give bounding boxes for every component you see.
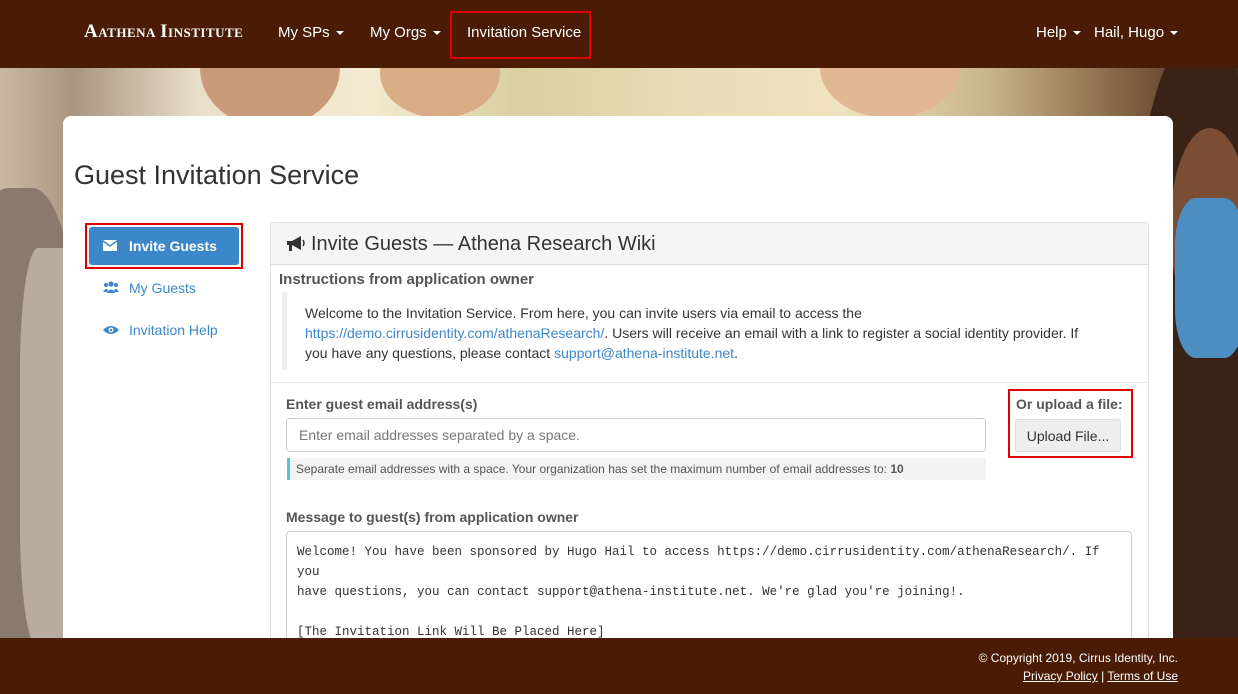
sidebar-item-label: My Guests [129,280,196,296]
panel-title: Invite Guests — Athena Research Wiki [311,233,656,255]
top-navbar: AAthena IInstitute My SPs My Orgs Invita… [0,0,1238,68]
email-max-count: 10 [890,462,904,476]
support-email-link[interactable]: support@athena-institute.net [554,345,734,361]
message-field-label: Message to guest(s) from application own… [286,509,579,525]
upload-file-label: Or upload a file: [1016,396,1123,412]
email-addresses-input[interactable] [286,418,986,452]
instructions-blockquote: Welcome to the Invitation Service. From … [282,292,1120,370]
sidebar-item-invite-guests[interactable]: Invite Guests [89,227,239,265]
terms-of-use-link[interactable]: Terms of Use [1107,669,1178,683]
upload-file-button[interactable]: Upload File... [1015,419,1121,452]
nav-help-dropdown[interactable]: Help [1036,0,1081,68]
privacy-policy-link[interactable]: Privacy Policy [1023,669,1098,683]
logo-suffix: Institute [168,25,244,40]
athena-institute-logo[interactable]: AAthena IInstitute [84,11,244,47]
footer-links: Privacy Policy | Terms of Use [1023,669,1178,683]
nav-invitation-service-label: Invitation Service [467,24,582,41]
users-icon [103,280,119,296]
email-help-message: Separate email addresses with a space. Y… [296,462,891,476]
email-help-text: Separate email addresses with a space. Y… [287,458,986,480]
nav-invitation-service[interactable]: Invitation Service [467,0,581,68]
megaphone-icon [286,235,306,258]
instructions-text-1: Welcome to the Invitation Service. From … [305,305,862,321]
eye-icon [103,322,119,338]
message-textarea[interactable]: Welcome! You have been sponsored by Hugo… [286,531,1132,651]
instructions-text-3: . [734,345,738,361]
instructions-label: Instructions from application owner [279,271,535,288]
nav-user-dropdown[interactable]: Hail, Hugo [1094,0,1179,68]
sidebar-item-invitation-help[interactable]: Invitation Help [103,322,218,338]
caret-down-icon [335,31,344,36]
nav-my-sps-dropdown[interactable]: My SPs [278,0,344,68]
email-field-label: Enter guest email address(s) [286,396,478,412]
sidebar-item-my-guests[interactable]: My Guests [103,280,196,296]
logo-prefix: Athena [98,25,156,40]
copyright-text: © Copyright 2019, Cirrus Identity, Inc. [978,651,1178,665]
footer: © Copyright 2019, Cirrus Identity, Inc. … [0,638,1238,694]
caret-down-icon [1072,31,1081,36]
panel-title-wrap: Invite Guests — Athena Research Wiki [286,233,656,258]
divider [271,382,1147,383]
caret-down-icon [1170,31,1179,36]
footer-separator: | [1101,669,1105,683]
nav-my-sps-label: My SPs [278,24,330,41]
sidebar-item-label: Invite Guests [129,238,217,254]
sidebar-item-label: Invitation Help [129,322,218,338]
nav-user-label: Hail, Hugo [1094,24,1165,41]
nav-my-orgs-dropdown[interactable]: My Orgs [370,0,441,68]
caret-down-icon [432,31,441,36]
nav-help-label: Help [1036,24,1067,41]
instructions-link[interactable]: https://demo.cirrusidentity.com/athenaRe… [305,325,604,341]
nav-my-orgs-label: My Orgs [370,24,427,41]
panel-heading: Invite Guests — Athena Research Wiki [271,223,1148,265]
envelope-icon [102,227,119,265]
page-title: Guest Invitation Service [74,160,360,190]
